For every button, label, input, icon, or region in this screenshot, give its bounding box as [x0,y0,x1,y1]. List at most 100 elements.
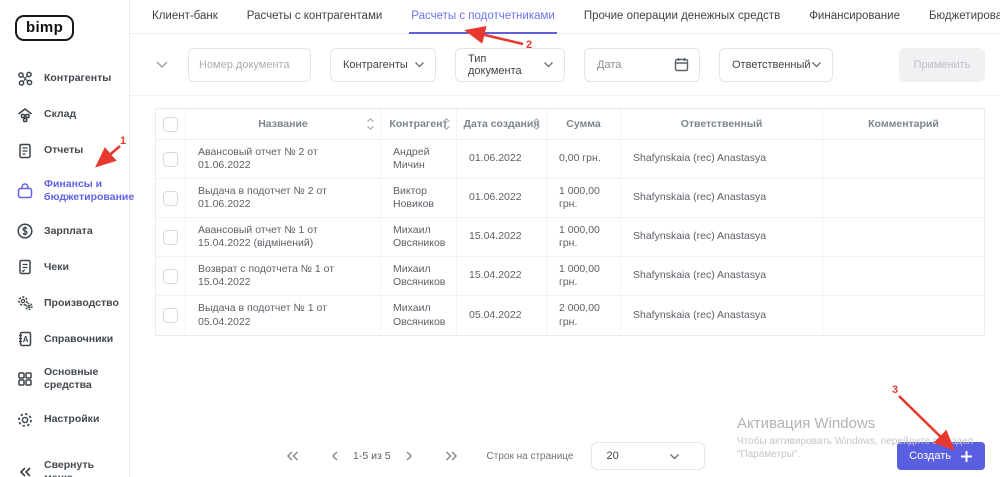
page-range: 1-5 из 5 [353,450,391,462]
table-row[interactable]: Выдача в подотчет № 1 от 05.04.2022 Миха… [156,296,984,335]
select-all-checkbox[interactable] [163,116,178,132]
sidebar-item-production[interactable]: Производство [0,285,129,321]
cell-amount: 1 000,00 грн. [547,257,621,295]
sidebar-item-settings[interactable]: Настройки [0,402,129,438]
table-row[interactable]: Авансовый отчет № 1 от 15.04.2022 (відмі… [156,218,984,257]
cell-comment [823,218,984,256]
column-header-label: Сумма [566,118,601,130]
row-checkbox[interactable] [163,190,178,206]
table-row[interactable]: Выдача в подотчет № 2 от 01.06.2022 Викт… [156,179,984,218]
sort-icon[interactable] [532,118,541,131]
cell-counterparty: Михаил Овсяников [381,296,457,335]
sidebar: bimp Контрагенты Склад Отчеты Финансы и … [0,0,134,477]
counterparties-select[interactable]: Контрагенты [330,47,436,82]
chevron-down-icon [811,61,822,68]
cell-created: 05.04.2022 [457,296,547,335]
sidebar-item-label: Склад [44,108,77,121]
cell-created: 15.04.2022 [457,218,547,256]
sidebar-item-warehouse[interactable]: Склад [0,97,129,133]
previous-page-icon[interactable] [330,450,339,462]
cell-counterparty: Виктор Новиков [381,179,457,217]
settings-gear-icon [16,411,34,429]
row-checkbox[interactable] [163,268,178,284]
warehouse-icon [16,106,34,124]
tab-accountable-settlements[interactable]: Расчеты с подотчетниками [409,0,557,34]
sidebar-item-checks[interactable]: Чеки [0,249,129,285]
sidebar-item-fixed-assets[interactable]: Основные средства [0,357,129,401]
chevron-down-icon [669,453,680,460]
tab-budgeting[interactable]: Бюджетирование [927,0,1000,34]
brand-logo[interactable]: bimp [15,15,75,41]
cell-counterparty: Михаил Овсяников [381,218,457,256]
tab-financing[interactable]: Финансирование [807,0,902,34]
cell-name: Выдача в подотчет № 2 от 01.06.2022 [186,179,381,217]
sidebar-item-directories[interactable]: A Справочники [0,321,129,357]
rows-per-page-value: 20 [606,450,619,462]
first-page-icon[interactable] [285,450,300,462]
documents-table: Название Контрагент Дата создания Сумма … [155,108,985,336]
responsible-select[interactable]: Ответственный [719,47,833,82]
sidebar-collapse-menu[interactable]: Свернуть меню [0,450,129,477]
cell-responsible: Shafynskaia (rec) Anastasya [621,140,823,178]
last-page-icon[interactable] [444,450,459,462]
sidebar-collapse-label: Свернуть меню [44,458,95,477]
sidebar-item-counterparties[interactable]: Контрагенты [0,61,129,97]
salary-icon [16,222,34,240]
tab-client-bank[interactable]: Клиент-банк [150,0,220,34]
svg-text:A: A [23,335,29,344]
counterparties-select-label: Контрагенты [343,58,408,71]
document-type-select-label: Тип документа [468,52,522,77]
document-number-field [188,47,311,82]
cell-name: Авансовый отчет № 1 от 15.04.2022 (відмі… [186,218,381,256]
plus-icon [960,450,973,463]
cell-comment [823,179,984,217]
next-page-icon[interactable] [405,450,414,462]
row-checkbox[interactable] [163,151,178,167]
sidebar-item-finance[interactable]: Финансы и бюджетирование [0,169,134,213]
cell-responsible: Shafynskaia (rec) Anastasya [621,179,823,217]
sidebar-item-label: Чеки [44,260,69,273]
cell-amount: 0,00 грн. [547,140,621,178]
filter-collapse-chevron-icon[interactable] [155,60,169,69]
calendar-icon [674,57,689,72]
sort-icon[interactable] [366,118,375,131]
tab-list: Клиент-банк Расчеты с контрагентами Расч… [150,0,1000,34]
network-icon [16,70,34,88]
cell-name: Авансовый отчет № 2 от 01.06.2022 [186,140,381,178]
cell-counterparty: Андрей Мичин [381,140,457,178]
document-type-select[interactable]: Тип документа [455,47,565,82]
sidebar-item-salary[interactable]: Зарплата [0,213,129,249]
document-number-input[interactable] [189,48,310,81]
date-placeholder: Дата [597,58,622,71]
row-checkbox[interactable] [163,308,178,323]
sort-icon[interactable] [442,118,451,131]
rows-per-page-select[interactable]: 20 [591,442,706,470]
tab-label: Финансирование [809,10,900,22]
tab-other-cash-operations[interactable]: Прочие операции денежных средств [582,0,782,34]
app-root: bimp Контрагенты Склад Отчеты Финансы и … [0,0,1000,477]
top-navigation: Клиент-банк Расчеты с контрагентами Расч… [130,0,1000,34]
create-button[interactable]: Создать [897,442,985,470]
tab-label: Расчеты с контрагентами [246,10,383,22]
cell-amount: 1 000,00 грн. [547,179,621,217]
column-header-counterparty: Контрагент [381,109,457,139]
date-field[interactable]: Дата [584,47,700,82]
table-header-row: Название Контрагент Дата создания Сумма … [156,109,984,140]
column-header-label: Дата создания [463,118,540,130]
table-row[interactable]: Возврат с подотчета № 1 от 15.04.2022 Ми… [156,257,984,296]
cell-amount: 1 000,00 грн. [547,218,621,256]
double-chevron-left-icon [16,463,34,477]
row-checkbox[interactable] [163,229,178,245]
cell-amount: 2 000,00 грн. [547,296,621,335]
column-header-responsible: Ответственный [621,109,823,139]
cell-created: 01.06.2022 [457,179,547,217]
cell-created: 15.04.2022 [457,257,547,295]
sidebar-item-reports[interactable]: Отчеты [0,133,129,169]
tab-counterparty-settlements[interactable]: Расчеты с контрагентами [245,0,385,34]
cell-comment [823,257,984,295]
chevron-down-icon [414,61,425,68]
apply-button[interactable]: Применить [899,47,985,82]
sidebar-item-label: Зарплата [44,224,93,237]
tab-label: Клиент-банк [152,10,218,22]
table-row[interactable]: Авансовый отчет № 2 от 01.06.2022 Андрей… [156,140,984,179]
